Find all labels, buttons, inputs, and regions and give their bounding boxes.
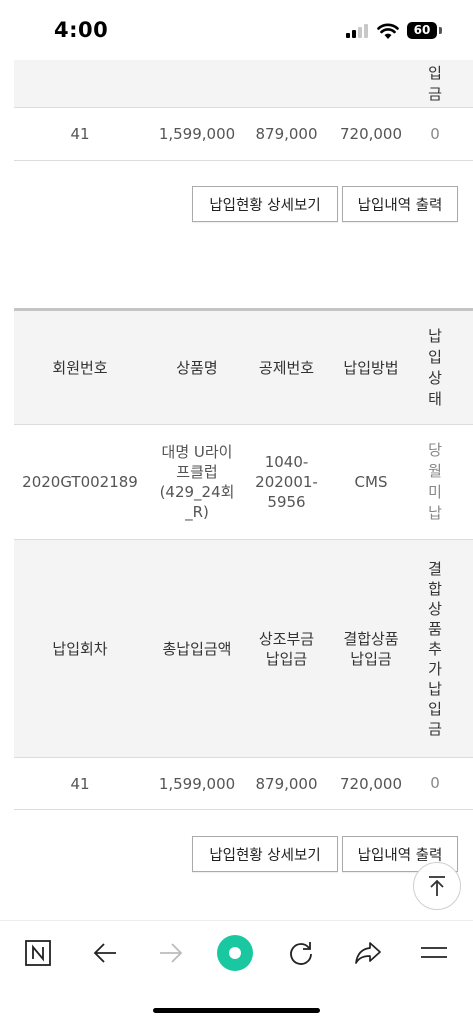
payment-status-detail-button[interactable]: 납입현황 상세보기 (192, 186, 338, 222)
header-cell: 회원번호 (52, 358, 108, 377)
wifi-icon (377, 22, 399, 40)
table-header-row: 회원번호 상품명 공제번호 납입방법 납 입 상 태 (14, 308, 473, 425)
header-cell: 납 입 상 태 (417, 311, 473, 424)
refresh-button[interactable] (283, 935, 319, 971)
table-cell: 1040- 202001- 5956 (255, 453, 318, 511)
table-row: 41 1,599,000 879,000 720,000 0 (14, 758, 473, 810)
table-cell: 41 (70, 125, 90, 143)
header-cell: 공제번호 (258, 358, 315, 377)
refresh-icon (290, 942, 312, 965)
cell-text: 납 입 상 태 (428, 326, 442, 408)
cell-text: 결 합 상 품 추 가 납 입 금 (428, 559, 442, 738)
table-cell: 0 (417, 758, 473, 809)
menu-icon (421, 947, 447, 958)
arrow-up-icon (429, 876, 445, 896)
home-indicator (153, 1008, 320, 1013)
table-cell: 879,000 (255, 125, 318, 143)
payment-history-print-button[interactable]: 납입내역 출력 (342, 186, 458, 222)
table-header-row: 입 금 (14, 60, 473, 108)
header-cell: 상조부금 납입금 (258, 629, 315, 668)
green-dot-icon (217, 935, 253, 971)
cell-text: 0 (430, 124, 440, 143)
status-time: 4:00 (54, 18, 109, 42)
table-cell: 0 (417, 108, 473, 160)
signal-icon (346, 24, 368, 38)
cell-text: 당 월 미 납 (428, 441, 442, 522)
share-icon (355, 942, 381, 964)
header-cell: 입 금 (428, 64, 442, 103)
table-cell: 당 월 미 납 (417, 425, 473, 539)
header-cell: 납입방법 (343, 358, 399, 377)
naver-home-button[interactable] (20, 935, 56, 971)
back-arrow-icon (93, 943, 116, 963)
table-header-row: 납입회차 총납입금액 상조부금 납입금 결합상품 납입금 결 합 상 품 추 가… (14, 540, 473, 758)
header-cell: 결합상품 납입금 (343, 629, 399, 668)
back-button[interactable] (87, 935, 123, 971)
table-cell: 41 (70, 774, 90, 793)
header-cell: 결 합 상 품 추 가 납 입 금 (417, 540, 473, 757)
header-cell: 상품명 (176, 358, 218, 377)
table-row: 2020GT002189 대명 U라이 프클럽 (429_24회 _R) 104… (14, 425, 473, 540)
forward-arrow-icon (160, 943, 183, 963)
table-cell: 720,000 (339, 774, 403, 793)
payment-status-detail-button[interactable]: 납입현황 상세보기 (192, 836, 338, 872)
header-cell: 납입회차 (52, 639, 108, 658)
table-cell: 1,599,000 (158, 125, 236, 143)
cell-text: 0 (430, 774, 440, 792)
header-cell: 총납입금액 (162, 639, 232, 658)
naver-n-icon (25, 940, 51, 966)
scroll-to-top-button[interactable] (413, 862, 461, 910)
status-bar: 4:00 60 (0, 0, 473, 60)
forward-button[interactable] (153, 935, 189, 971)
battery-icon: 60 (407, 22, 437, 39)
menu-button[interactable] (416, 935, 452, 971)
table-row: 41 1,599,000 879,000 720,000 0 (14, 108, 473, 161)
page-content: 입 금 41 1,599,000 879,000 720,000 0 납입현황 … (0, 60, 473, 920)
green-dot-button[interactable] (217, 935, 253, 971)
table-cell: CMS (354, 473, 388, 491)
browser-toolbar (0, 920, 473, 986)
table-cell: 879,000 (255, 774, 318, 793)
battery-tip (439, 27, 442, 34)
table-cell: 대명 U라이 프클럽 (429_24회 _R) (159, 443, 235, 521)
share-button[interactable] (350, 935, 386, 971)
table-cell: 720,000 (339, 125, 403, 143)
table-cell: 1,599,000 (158, 774, 236, 793)
table-cell: 2020GT002189 (22, 473, 138, 491)
